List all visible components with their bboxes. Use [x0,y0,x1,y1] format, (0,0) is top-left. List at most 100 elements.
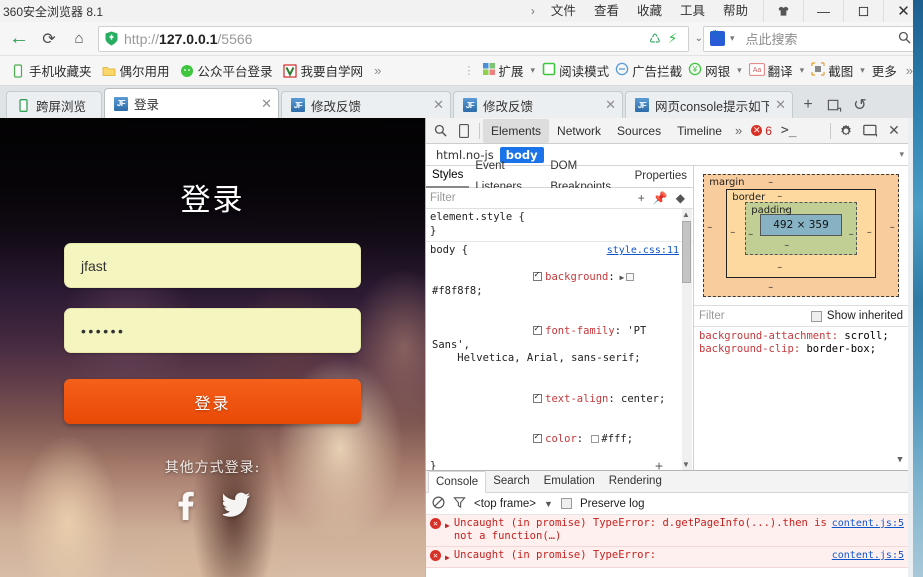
twitter-icon[interactable] [220,491,251,524]
scroll-down-arrow-icon[interactable]: ▼ [681,460,691,469]
drawer-tab-search[interactable]: Search [486,471,536,492]
execution-context-caret-icon[interactable]: ▼ [544,499,553,509]
console-toggle-icon[interactable]: >_ [776,123,797,138]
toolbar-screenshot[interactable]: 截图 [808,59,856,82]
box-model-border-top[interactable]: – [777,191,782,202]
tab-feedback-1[interactable]: JF 修改反馈 ✕ [281,91,451,118]
declaration[interactable]: font-family: 'PT Sans', Helvetica, Arial… [430,312,679,380]
tab-feedback-2[interactable]: JF 修改反馈 ✕ [453,91,623,118]
console-error-message[interactable]: ✕ ▶ Uncaught (in promise) TypeError: d.g… [426,515,908,547]
sidebar-tab-styles[interactable]: Styles [426,165,470,188]
menu-overflow-chevron-icon[interactable]: › [529,4,542,18]
drawer-tab-emulation[interactable]: Emulation [537,471,602,492]
box-model-border-right[interactable]: – [867,227,872,238]
gear-icon[interactable] [834,119,858,143]
tab-close-icon[interactable]: ✕ [261,96,272,112]
console-message-source[interactable]: content.js:5 [832,549,904,562]
baidu-paw-icon[interactable] [710,30,725,46]
drawer-tab-console[interactable]: Console [428,471,487,493]
toolbar-extensions[interactable]: 扩展 [479,59,527,82]
rule-origin-link[interactable]: style.css:11 [607,244,679,258]
declaration-checkbox[interactable] [533,391,543,404]
expand-triangle-icon[interactable]: ▶ [445,551,450,564]
declaration-checkbox[interactable] [533,323,543,337]
clear-console-icon[interactable] [432,496,445,512]
speed-bolt-icon[interactable]: ⚡ [668,30,678,47]
box-model-margin-top[interactable]: – [768,177,773,188]
computed-filter-input[interactable]: Filter [699,310,806,322]
recycle-icon[interactable]: ♺ [649,31,661,47]
maximize-button[interactable] [843,0,883,22]
skin-icon[interactable] [763,0,803,22]
diamond-icon[interactable]: ◆ [672,191,689,205]
box-model-border[interactable]: border – – – – padding – – – – 492 × 359 [726,189,876,278]
computed-scroll-down-icon[interactable]: ▼ [895,454,905,467]
box-model-margin[interactable]: margin – – – – border – – – – padding – … [703,174,899,297]
expand-triangle-icon[interactable]: ▶ [445,519,450,532]
devtools-tab-elements[interactable]: Elements [483,118,550,143]
box-model-content-size[interactable]: 492 × 359 [760,214,842,236]
console-messages[interactable]: ✕ ▶ Uncaught (in promise) TypeError: d.g… [426,515,908,577]
devtools-tab-network[interactable]: Network [549,119,609,143]
declaration-checkbox[interactable] [533,431,543,445]
box-model-border-left[interactable]: – [730,227,735,238]
console-error-message[interactable]: ✕ ▶ Uncaught (in promise) TypeError: con… [426,547,908,568]
password-input[interactable]: •••••• [64,308,361,353]
styles-filter-input[interactable]: Filter [430,192,634,204]
box-model-margin-bottom[interactable]: – [768,282,773,293]
reload-button[interactable]: ⟳ [34,24,64,54]
username-input[interactable]: jfast [64,243,361,288]
toolbar-reading-mode[interactable]: 阅读模式 [539,59,612,82]
url-input[interactable]: http://127.0.0.1/5566 ♺ ⚡ [98,25,689,52]
tab-close-icon[interactable]: ✕ [605,97,616,113]
bookmarks-overflow-icon[interactable]: » [368,63,387,78]
url-dropdown-caret-icon[interactable]: ⌄ [695,33,703,44]
execution-context-selector[interactable]: <top frame> [474,498,536,510]
color-swatch[interactable] [626,273,635,281]
scroll-up-arrow-icon[interactable]: ▲ [681,210,691,219]
toolbar-online-bank[interactable]: ¥ 网银 [685,59,733,82]
toolbar-translate[interactable]: Aa 翻译 [746,59,796,82]
tab-close-icon[interactable]: ✕ [433,97,444,113]
screenshot-caret-icon[interactable]: ▾ [856,65,869,76]
color-swatch[interactable] [591,435,600,443]
search-engine-caret-icon[interactable]: ▾ [726,33,739,44]
menu-tools[interactable]: 工具 [671,0,714,22]
declaration-checkbox[interactable] [533,269,543,283]
facebook-icon[interactable] [175,491,197,524]
declaration[interactable]: background: ▶#f8f8f8; [430,258,679,312]
box-model-padding-top[interactable]: – [784,204,789,215]
login-submit-button[interactable]: 登录 [64,379,361,424]
box-model-padding-left[interactable]: – [748,229,753,240]
add-declaration-icon[interactable]: + [655,460,663,470]
scrollbar-thumb[interactable] [682,221,691,283]
bookmark-wechat-platform[interactable]: 公众平台登录 [175,59,278,82]
menu-favorites[interactable]: 收藏 [628,0,671,22]
styles-rules-list[interactable]: element.style { } body { style.css:11 ✓b… [426,209,693,470]
box-model-border-bottom[interactable]: – [777,262,782,273]
search-icon[interactable] [898,31,911,47]
bank-caret-icon[interactable]: ▾ [733,65,746,76]
extensions-caret-icon[interactable]: ▾ [527,65,540,76]
declaration[interactable]: text-align: center; [430,379,679,420]
undo-close-tab-icon[interactable]: ↺ [847,92,873,118]
new-tab-button[interactable]: + [795,92,821,118]
box-model-padding[interactable]: padding – – – – 492 × 359 [745,202,857,255]
back-button[interactable]: ← [4,24,34,54]
bookmark-occasional-folder[interactable]: 偶尔用用 [97,59,175,82]
computed-properties-list[interactable]: background-attachment: scroll; backgroun… [694,327,908,470]
preserve-log-checkbox[interactable] [560,498,572,509]
sidebar-tab-properties[interactable]: Properties [629,166,693,187]
pin-icon[interactable]: 📌 [649,191,672,205]
toolbar-more[interactable]: 更多 [869,59,900,82]
device-toolbar-icon[interactable] [452,119,476,143]
minimize-button[interactable]: — [803,0,843,22]
devtools-close-icon[interactable]: ✕ [882,119,906,143]
menu-view[interactable]: 查看 [585,0,628,22]
tab-login[interactable]: JF 登录 ✕ [104,88,279,118]
show-inherited-checkbox[interactable] [810,310,822,322]
expander-triangle-icon[interactable]: ▶ [615,273,625,282]
box-model-padding-bottom[interactable]: – [784,240,789,251]
restore-tab-icon[interactable] [821,92,847,118]
dock-position-icon[interactable] [858,119,882,143]
